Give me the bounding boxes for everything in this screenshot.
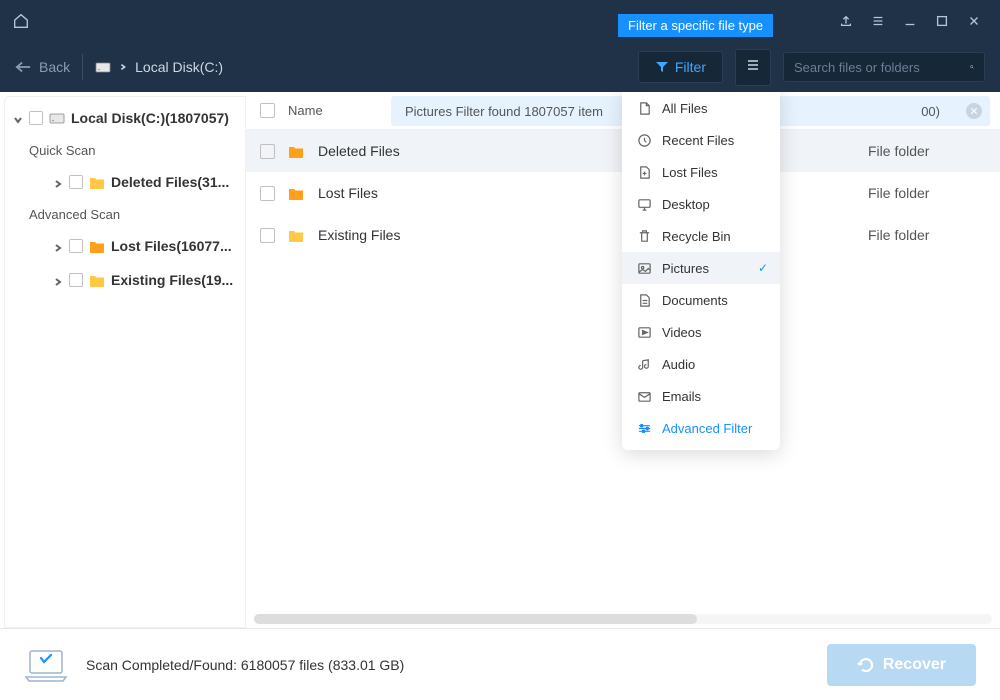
chevron-right-icon[interactable]	[53, 240, 65, 252]
notice-text: Pictures Filter found 1807057 item	[405, 104, 603, 119]
recover-button[interactable]: Recover	[827, 644, 976, 686]
scrollbar-thumb[interactable]	[254, 614, 697, 624]
tree-category-advanced: Advanced Scan	[5, 199, 245, 229]
filter-tooltip: Filter a specific file type	[618, 14, 773, 37]
folder-icon	[89, 175, 105, 189]
filter-item-lost[interactable]: Lost Files	[622, 156, 780, 188]
row-name: Deleted Files	[318, 143, 400, 159]
checkbox[interactable]	[69, 273, 83, 287]
back-label: Back	[39, 59, 70, 75]
tree-item-label: Deleted Files(31...	[111, 174, 229, 190]
close-button[interactable]	[960, 7, 988, 35]
row-name: Lost Files	[318, 185, 378, 201]
row-type: File folder	[868, 185, 978, 201]
tree-root-label: Local Disk(C:)(1807057)	[71, 110, 229, 126]
video-icon	[636, 324, 652, 340]
filter-item-audio[interactable]: Audio	[622, 348, 780, 380]
sidebar: Local Disk(C:)(1807057) Quick Scan Delet…	[4, 96, 246, 628]
tree-item-lost[interactable]: Lost Files(16077...	[5, 229, 245, 263]
list-view-button[interactable]	[735, 49, 771, 86]
tree-item-existing[interactable]: Existing Files(19...	[5, 263, 245, 297]
row-name: Existing Files	[318, 227, 400, 243]
filter-button[interactable]: Filter	[638, 51, 723, 83]
trash-icon	[636, 228, 652, 244]
mail-icon	[636, 388, 652, 404]
titlebar	[0, 0, 1000, 42]
filter-item-recycle[interactable]: Recycle Bin	[622, 220, 780, 252]
folder-icon	[288, 228, 304, 242]
row-type: File folder	[868, 227, 978, 243]
lost-icon	[636, 164, 652, 180]
checkbox[interactable]	[260, 144, 275, 159]
drive-icon	[49, 111, 65, 125]
tree-item-deleted[interactable]: Deleted Files(31...	[5, 165, 245, 199]
column-name: Name	[288, 103, 323, 118]
filter-item-desktop[interactable]: Desktop	[622, 188, 780, 220]
sliders-icon	[636, 420, 652, 436]
image-icon	[636, 260, 652, 276]
file-icon	[636, 100, 652, 116]
filter-item-recent[interactable]: Recent Files	[622, 124, 780, 156]
checkbox[interactable]	[29, 111, 43, 125]
notice-tail: 00)	[921, 104, 940, 119]
menu-icon[interactable]	[864, 7, 892, 35]
minimize-button[interactable]	[896, 7, 924, 35]
chevron-right-icon[interactable]	[53, 274, 65, 286]
folder-icon	[288, 144, 304, 158]
checkbox[interactable]	[69, 239, 83, 253]
maximize-button[interactable]	[928, 7, 956, 35]
close-icon[interactable]: ✕	[966, 103, 982, 119]
checkbox-all[interactable]	[260, 103, 275, 118]
filter-label: Filter	[675, 59, 706, 75]
folder-icon	[89, 239, 105, 253]
tree-item-label: Lost Files(16077...	[111, 238, 232, 254]
clock-icon	[636, 132, 652, 148]
filter-item-all[interactable]: All Files	[622, 92, 780, 124]
breadcrumb-location: Local Disk(C:)	[135, 59, 223, 75]
chevron-right-icon[interactable]	[53, 176, 65, 188]
search-icon	[970, 59, 974, 75]
checkbox[interactable]	[260, 186, 275, 201]
search-box[interactable]	[783, 52, 985, 82]
divider	[82, 54, 83, 80]
filter-item-emails[interactable]: Emails	[622, 380, 780, 412]
chevron-down-icon[interactable]	[13, 112, 25, 124]
document-icon	[636, 292, 652, 308]
filter-item-videos[interactable]: Videos	[622, 316, 780, 348]
checkbox[interactable]	[69, 175, 83, 189]
filter-item-advanced[interactable]: Advanced Filter	[622, 412, 780, 444]
recover-label: Recover	[883, 656, 946, 674]
toolbar: Back Local Disk(C:) Filter	[0, 42, 1000, 92]
drive-icon	[95, 60, 111, 74]
status-text: Scan Completed/Found: 6180057 files (833…	[86, 657, 809, 673]
checkbox[interactable]	[260, 228, 275, 243]
desktop-icon	[636, 196, 652, 212]
audio-icon	[636, 356, 652, 372]
folder-icon	[89, 273, 105, 287]
footer: Scan Completed/Found: 6180057 files (833…	[0, 628, 1000, 700]
back-button[interactable]: Back	[15, 59, 70, 75]
breadcrumb[interactable]: Local Disk(C:)	[95, 59, 223, 75]
tree-category-quick: Quick Scan	[5, 135, 245, 165]
restore-icon	[857, 656, 875, 674]
horizontal-scrollbar[interactable]	[254, 614, 992, 624]
tree-item-label: Existing Files(19...	[111, 272, 233, 288]
folder-icon	[288, 186, 304, 200]
funnel-icon	[655, 61, 669, 73]
home-icon[interactable]	[12, 12, 30, 30]
tree-root[interactable]: Local Disk(C:)(1807057)	[5, 101, 245, 135]
laptop-icon	[24, 647, 68, 683]
filter-item-pictures[interactable]: Pictures	[622, 252, 780, 284]
row-type: File folder	[868, 143, 978, 159]
file-area: Pictures Filter found 1807057 item 00) ✕…	[246, 92, 1000, 628]
filter-dropdown: All Files Recent Files Lost Files Deskto…	[622, 92, 780, 450]
share-icon[interactable]	[832, 7, 860, 35]
search-input[interactable]	[794, 60, 970, 75]
filter-item-documents[interactable]: Documents	[622, 284, 780, 316]
